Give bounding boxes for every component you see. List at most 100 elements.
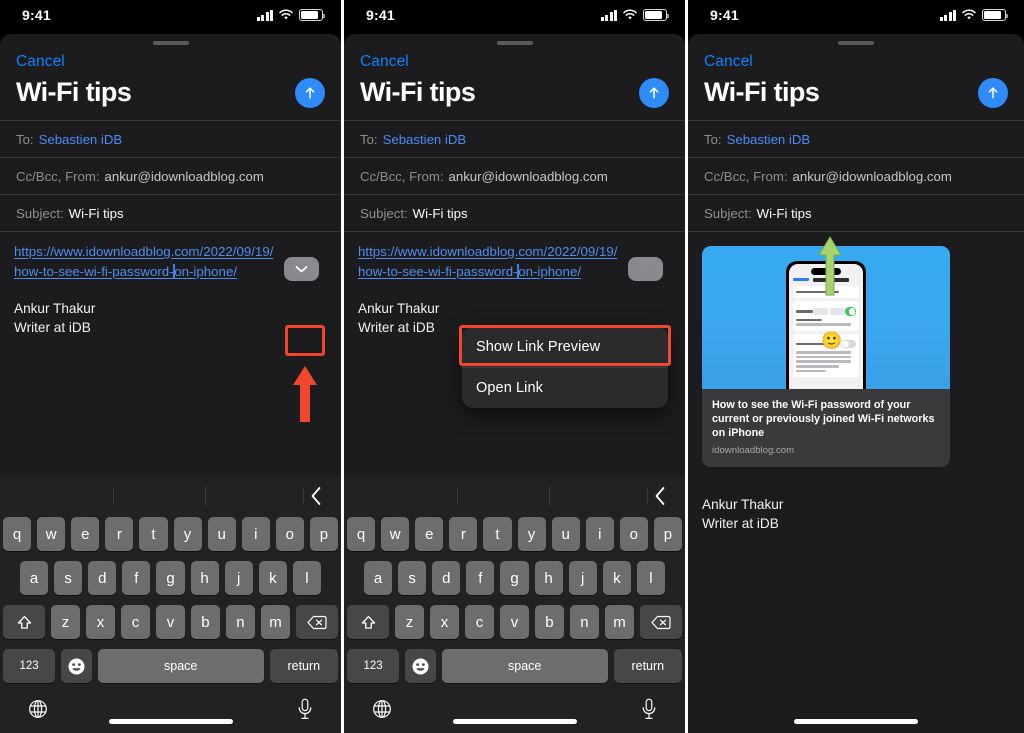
panel-step-3: 9:41 Cancel Wi-Fi tips To: Sebastien iDB… <box>688 0 1024 733</box>
cancel-button[interactable]: Cancel <box>344 45 409 71</box>
backspace-key[interactable] <box>295 605 338 639</box>
key-u[interactable]: u <box>551 517 580 551</box>
key-s[interactable]: s <box>398 561 427 595</box>
globe-key[interactable] <box>28 699 48 724</box>
key-i[interactable]: i <box>241 517 270 551</box>
key-c[interactable]: c <box>121 605 150 639</box>
return-key[interactable]: return <box>269 649 338 683</box>
field-to[interactable]: To: Sebastien iDB <box>0 120 341 157</box>
key-h[interactable]: h <box>190 561 219 595</box>
numbers-key[interactable]: 123 <box>347 649 400 683</box>
field-subject[interactable]: Subject: Wi-Fi tips <box>0 194 341 231</box>
send-button[interactable] <box>639 77 669 108</box>
shift-key[interactable] <box>347 605 390 639</box>
key-h[interactable]: h <box>534 561 563 595</box>
chevron-down-button[interactable] <box>628 257 663 281</box>
key-x[interactable]: x <box>430 605 460 639</box>
key-d[interactable]: d <box>88 561 117 595</box>
key-y[interactable]: y <box>517 517 546 551</box>
key-r[interactable]: r <box>449 517 478 551</box>
key-v[interactable]: v <box>156 605 185 639</box>
key-i[interactable]: i <box>585 517 614 551</box>
key-d[interactable]: d <box>432 561 461 595</box>
field-ccbcc-from[interactable]: Cc/Bcc, From: ankur@idownloadblog.com <box>344 157 685 194</box>
key-n[interactable]: n <box>569 605 599 639</box>
return-key[interactable]: return <box>613 649 682 683</box>
field-ccbcc-from[interactable]: Cc/Bcc, From: ankur@idownloadblog.com <box>0 157 341 194</box>
emoji-key[interactable] <box>405 649 436 683</box>
key-o[interactable]: o <box>275 517 304 551</box>
pasted-url-text[interactable]: https://www.idownloadblog.com/2022/09/19… <box>358 242 671 282</box>
key-p[interactable]: p <box>309 517 338 551</box>
dictation-key[interactable] <box>641 698 657 725</box>
key-n[interactable]: n <box>225 605 255 639</box>
key-g[interactable]: g <box>156 561 185 595</box>
key-q[interactable]: q <box>3 517 32 551</box>
key-w[interactable]: w <box>381 517 410 551</box>
key-y[interactable]: y <box>173 517 202 551</box>
key-s[interactable]: s <box>54 561 83 595</box>
space-key[interactable]: space <box>441 649 608 683</box>
key-k[interactable]: k <box>258 561 287 595</box>
field-to[interactable]: To: Sebastien iDB <box>344 120 685 157</box>
menu-item-open-link[interactable]: Open Link <box>462 367 668 408</box>
key-z[interactable]: z <box>51 605 81 639</box>
key-t[interactable]: t <box>483 517 512 551</box>
mail-body[interactable]: https://www.idownloadblog.com/2022/09/19… <box>0 231 341 337</box>
sheet-grabber[interactable] <box>496 41 533 45</box>
key-o[interactable]: o <box>619 517 648 551</box>
key-r[interactable]: r <box>105 517 134 551</box>
chevron-down-button[interactable] <box>284 257 319 281</box>
key-u[interactable]: u <box>207 517 236 551</box>
sheet-grabber[interactable] <box>838 41 874 45</box>
numbers-key[interactable]: 123 <box>3 649 56 683</box>
globe-key[interactable] <box>372 699 392 724</box>
key-m[interactable]: m <box>604 605 634 639</box>
key-l[interactable]: l <box>636 561 665 595</box>
key-a[interactable]: a <box>364 561 393 595</box>
key-f[interactable]: f <box>122 561 151 595</box>
key-l[interactable]: l <box>292 561 321 595</box>
key-p[interactable]: p <box>653 517 682 551</box>
key-e[interactable]: e <box>71 517 100 551</box>
backspace-key[interactable] <box>639 605 682 639</box>
key-b[interactable]: b <box>534 605 564 639</box>
key-q[interactable]: q <box>347 517 376 551</box>
field-to[interactable]: To: Sebastien iDB <box>688 120 1024 157</box>
status-bar: 9:41 <box>344 0 685 30</box>
key-c[interactable]: c <box>465 605 494 639</box>
key-b[interactable]: b <box>190 605 220 639</box>
key-t[interactable]: t <box>139 517 168 551</box>
key-m[interactable]: m <box>260 605 290 639</box>
sheet-grabber[interactable] <box>152 41 189 45</box>
mail-body[interactable]: How to see the Wi-Fi password of your cu… <box>688 231 1024 533</box>
field-ccbcc-from[interactable]: Cc/Bcc, From: ankur@idownloadblog.com <box>688 157 1024 194</box>
key-f[interactable]: f <box>466 561 495 595</box>
cancel-button[interactable]: Cancel <box>0 45 65 71</box>
mail-body[interactable]: https://www.idownloadblog.com/2022/09/19… <box>344 231 685 337</box>
key-j[interactable]: j <box>568 561 597 595</box>
field-to-value: Sebastien iDB <box>726 132 811 147</box>
dictation-key[interactable] <box>297 698 313 725</box>
key-z[interactable]: z <box>395 605 425 639</box>
field-subject[interactable]: Subject: Wi-Fi tips <box>688 194 1024 231</box>
key-e[interactable]: e <box>415 517 444 551</box>
key-j[interactable]: j <box>224 561 253 595</box>
send-button[interactable] <box>295 77 325 108</box>
keyboard-collapse-button[interactable] <box>310 486 323 511</box>
key-a[interactable]: a <box>20 561 49 595</box>
key-x[interactable]: x <box>86 605 116 639</box>
field-subject[interactable]: Subject: Wi-Fi tips <box>344 194 685 231</box>
key-g[interactable]: g <box>500 561 529 595</box>
emoji-key[interactable] <box>61 649 92 683</box>
shift-key[interactable] <box>3 605 46 639</box>
pasted-url-text[interactable]: https://www.idownloadblog.com/2022/09/19… <box>14 242 327 282</box>
send-button[interactable] <box>978 77 1008 108</box>
key-v[interactable]: v <box>500 605 529 639</box>
cancel-button[interactable]: Cancel <box>688 45 753 71</box>
key-k[interactable]: k <box>602 561 631 595</box>
keyboard-collapse-button[interactable] <box>654 486 667 511</box>
space-key[interactable]: space <box>97 649 264 683</box>
key-w[interactable]: w <box>37 517 66 551</box>
menu-item-show-link-preview[interactable]: Show Link Preview <box>462 327 668 367</box>
